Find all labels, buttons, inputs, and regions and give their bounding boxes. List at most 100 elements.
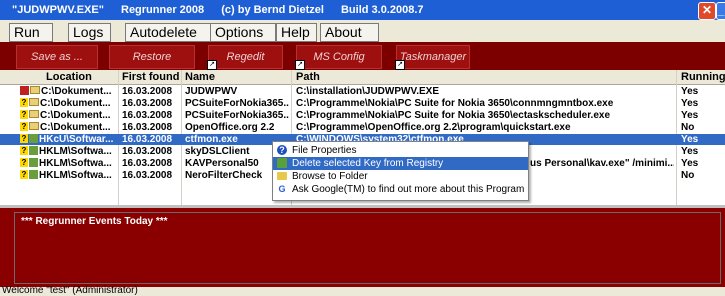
column-running[interactable]: Running ? [681, 71, 725, 83]
row-location: HKLM\Softwa... [39, 158, 112, 169]
row-running: No [681, 170, 695, 181]
grid-header: Location First found Name Path Running ? [0, 70, 725, 85]
row-location: HKLM\Softwa... [39, 146, 112, 157]
menu-run[interactable]: Run [9, 23, 53, 42]
save-as-button[interactable]: Save as ... [16, 45, 98, 69]
context-browse-folder-label: Browse to Folder [292, 171, 368, 182]
events-panel: *** Regrunner Events Today *** [0, 205, 725, 287]
column-first-found[interactable]: First found [122, 71, 179, 83]
question-icon: ? [20, 170, 28, 179]
folder-icon [30, 86, 40, 94]
column-path[interactable]: Path [296, 71, 320, 83]
context-menu: ? File Properties Delete selected Key fr… [272, 141, 529, 201]
menu-options[interactable]: Options [210, 23, 276, 42]
row-location: C:\Dokument... [40, 122, 111, 133]
row-running: Yes [681, 86, 699, 97]
events-title: *** Regrunner Events Today *** [21, 216, 168, 227]
row-location: C:\Dokument... [40, 110, 111, 121]
row-first-found: 16.03.2008 [122, 110, 173, 121]
shortcut-arrow-icon: ↗ [295, 60, 305, 70]
context-file-properties-label: File Properties [292, 145, 357, 156]
folder-icon [29, 110, 39, 118]
question-icon: ? [20, 146, 28, 155]
row-running: Yes [681, 158, 699, 169]
question-icon: ? [20, 98, 28, 107]
status-text: Welcome "test" (Administrator) [2, 285, 138, 296]
row-running: Yes [681, 110, 699, 121]
context-delete-key[interactable]: Delete selected Key from Registry [273, 157, 528, 170]
row-name: OpenOffice.org 2.2 [185, 122, 275, 133]
title-bar: "JUDWPWV.EXE" Regrunner 2008 (c) by Bern… [0, 0, 725, 20]
registry-icon [29, 146, 38, 155]
help-icon: ? [277, 145, 287, 155]
msconfig-label: MS Config [313, 51, 365, 63]
row-name: PCSuiteForNokia365... [185, 110, 289, 121]
row-running: No [681, 122, 695, 133]
table-row[interactable]: ? C:\Dokument... 16.03.2008 OpenOffice.or… [0, 122, 725, 133]
table-row[interactable]: C:\Dokument... 16.03.2008 JUDWPWV C:\ins… [0, 86, 725, 97]
shortcut-arrow-icon: ↗ [395, 60, 405, 70]
msconfig-button[interactable]: ↗ MS Config [295, 45, 382, 70]
table-row[interactable]: ? C:\Dokument... 16.03.2008 PCSuiteForNok… [0, 98, 725, 109]
column-name[interactable]: Name [185, 71, 215, 83]
context-file-properties[interactable]: ? File Properties [273, 144, 528, 157]
restore-label: Restore [132, 51, 172, 63]
registry-icon [29, 170, 38, 179]
context-ask-google-label: Ask Google(TM) to find out more about th… [292, 184, 525, 195]
folder-icon [29, 98, 39, 106]
registry-delete-icon [277, 158, 287, 168]
taskmanager-button[interactable]: ↗ Taskmanager [395, 45, 470, 70]
menu-help[interactable]: Help [276, 23, 317, 42]
regedit-button[interactable]: ↗ Regedit [207, 45, 283, 70]
app-icon [20, 86, 29, 95]
row-path: C:\Programme\Nokia\PC Suite for Nokia 36… [296, 98, 614, 109]
row-running: Yes [681, 134, 699, 145]
row-location: C:\Dokument... [40, 98, 111, 109]
status-bar: Welcome "test" (Administrator) [0, 285, 725, 296]
question-icon: ? [20, 110, 28, 119]
folder-icon [277, 172, 287, 180]
row-path: C:\installation\JUDWPWV.EXE [296, 86, 439, 97]
close-button[interactable]: ✕ [698, 2, 716, 20]
folder-icon [29, 122, 39, 130]
row-location: HKcU\Softwar... [39, 134, 114, 145]
row-name: JUDWPWV [185, 86, 238, 97]
row-running: Yes [681, 98, 699, 109]
row-first-found: 16.03.2008 [122, 122, 173, 133]
row-path: C:\Programme\Nokia\PC Suite for Nokia 36… [296, 110, 611, 121]
title-author: (c) by Bernd Dietzel [221, 4, 324, 16]
regedit-label: Regedit [226, 51, 265, 63]
events-log[interactable]: *** Regrunner Events Today *** [14, 212, 721, 284]
row-running: Yes [681, 146, 699, 157]
menu-about[interactable]: About [320, 23, 379, 42]
column-location[interactable]: Location [46, 71, 92, 83]
row-location: C:\Dokument... [41, 86, 112, 97]
question-icon: ? [20, 158, 28, 167]
menu-logs[interactable]: Logs [68, 23, 111, 42]
row-first-found: 16.03.2008 [122, 134, 173, 145]
title-app: Regrunner 2008 [121, 4, 205, 16]
row-first-found: 16.03.2008 [122, 86, 173, 97]
toolbar: Save as ... Restore ↗ Regedit ↗ MS Config … [0, 42, 725, 70]
google-icon: G [278, 184, 286, 194]
menu-bar: Run Logs Autodelete Options Help About [0, 20, 725, 42]
context-delete-key-label: Delete selected Key from Registry [292, 158, 444, 169]
context-browse-folder[interactable]: Browse to Folder [273, 170, 528, 183]
restore-button[interactable]: Restore [109, 45, 195, 69]
context-ask-google[interactable]: G Ask Google(TM) to find out more about … [273, 183, 528, 196]
row-first-found: 16.03.2008 [122, 146, 173, 157]
title-exe: "JUDWPWV.EXE" [12, 4, 104, 16]
row-first-found: 16.03.2008 [122, 170, 173, 181]
question-icon: ? [20, 122, 28, 131]
registry-icon [29, 134, 38, 143]
row-name: PCSuiteForNokia365... [185, 98, 289, 109]
row-location: HKLM\Softwa... [39, 170, 112, 181]
row-first-found: 16.03.2008 [122, 158, 173, 169]
row-path: C:\Programme\OpenOffice.org 2.2\program\… [296, 122, 571, 133]
menu-autodelete[interactable]: Autodelete [125, 23, 211, 42]
save-as-label: Save as ... [31, 51, 83, 63]
shortcut-arrow-icon: ↗ [207, 60, 217, 70]
minimize-button[interactable]: _ [716, 2, 725, 20]
row-first-found: 16.03.2008 [122, 98, 173, 109]
table-row[interactable]: ? C:\Dokument... 16.03.2008 PCSuiteForNok… [0, 110, 725, 121]
